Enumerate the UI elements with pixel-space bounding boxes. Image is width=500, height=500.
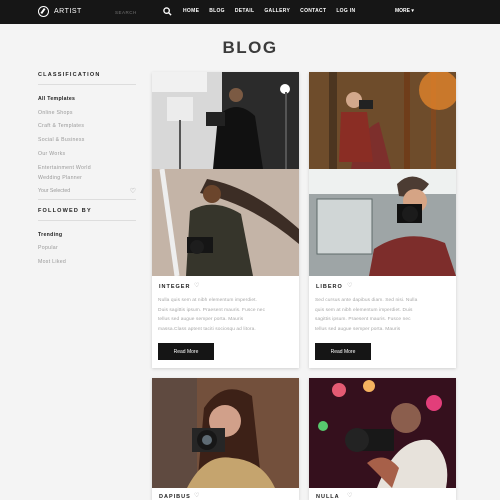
logo-icon bbox=[38, 6, 49, 17]
post-excerpt-line-2: Duis sagittis ipsum. Praesent mauris. Fu… bbox=[158, 307, 266, 313]
search-icon[interactable] bbox=[163, 7, 172, 16]
sidebar-item-our-works[interactable]: Our Works bbox=[38, 148, 136, 162]
post-excerpt-line-2: quis sem at nibh elementum imperdiet. Du… bbox=[315, 307, 413, 313]
sidebar-item-most-liked[interactable]: Most Liked bbox=[38, 256, 136, 270]
blog-card-integer: INTEGER ♡ Nulla quis sem at nibh element… bbox=[152, 72, 299, 368]
blog-card-nulla: NULLA ♡ bbox=[309, 378, 456, 500]
more-menu[interactable]: MORE ▾ bbox=[395, 8, 414, 14]
page-title: BLOG bbox=[222, 38, 278, 57]
top-navigation-bar: ARTIST HOME BLOG DETAIL GALLERY CONTACT … bbox=[0, 0, 500, 24]
post-excerpt-line-1: Sed cursus ante dapibus diam. Sed nisi. … bbox=[315, 298, 418, 303]
post-excerpt-line-4: tellus sed augue semper porta. Mauris bbox=[315, 327, 401, 333]
post-title[interactable]: LIBERO bbox=[316, 284, 343, 290]
blog-card-dapibus: DAPIBUS ♡ bbox=[152, 378, 299, 500]
your-selected[interactable]: Your Selected ♡ bbox=[38, 187, 136, 200]
post-title[interactable]: NULLA bbox=[316, 494, 340, 500]
sidebar-item-online-shops[interactable]: Online Shops bbox=[38, 107, 136, 121]
photographer-studio-photo[interactable] bbox=[152, 72, 299, 169]
nav-login[interactable]: LOG IN bbox=[336, 8, 355, 14]
hat-photographer-photo[interactable] bbox=[309, 169, 456, 276]
blog-card-libero: LIBERO ♡ Sed cursus ante dapibus diam. S… bbox=[309, 72, 456, 368]
nav-detail[interactable]: DETAIL bbox=[235, 8, 254, 14]
heart-icon[interactable]: ♡ bbox=[194, 282, 199, 289]
post-excerpt-line-3: sagittis ipsum. Praesent mauris. Fusce n… bbox=[315, 317, 411, 323]
sidebar-item-all-templates[interactable]: All Templates bbox=[38, 93, 136, 107]
nav-contact[interactable]: CONTACT bbox=[300, 8, 326, 14]
post-title[interactable]: DAPIBUS bbox=[159, 494, 191, 500]
logo-text: ARTIST bbox=[54, 8, 82, 15]
sidebar-item-craft-templates[interactable]: Craft & Templates bbox=[38, 120, 136, 134]
search-input[interactable] bbox=[115, 7, 160, 17]
sidebar-item-popular[interactable]: Popular bbox=[38, 242, 136, 256]
nav-gallery[interactable]: GALLERY bbox=[264, 8, 290, 14]
post-excerpt: Sed cursus ante dapibus diam. Sed nisi. … bbox=[315, 296, 453, 335]
post-title[interactable]: INTEGER bbox=[159, 284, 190, 290]
heart-icon[interactable]: ♡ bbox=[130, 187, 136, 195]
logo[interactable]: ARTIST bbox=[38, 6, 82, 17]
read-more-button[interactable]: Read More bbox=[158, 343, 214, 360]
read-more-button[interactable]: Read More bbox=[315, 343, 371, 360]
sidebar-item-entertainment-world[interactable]: Entertainment World bbox=[38, 164, 136, 173]
post-excerpt-line-4: massa.Class aptent taciti sociosqu ad li… bbox=[158, 327, 256, 333]
heart-icon[interactable]: ♡ bbox=[347, 492, 352, 499]
sidebar: CLASSIFICATION All Templates Online Shop… bbox=[38, 72, 136, 270]
post-excerpt: Nulla quis sem at nibh elementum imperdi… bbox=[158, 296, 296, 335]
sidebar-item-trending[interactable]: Trending bbox=[38, 229, 136, 243]
heart-icon[interactable]: ♡ bbox=[347, 282, 352, 289]
main-navigation: HOME BLOG DETAIL GALLERY CONTACT LOG IN bbox=[183, 8, 355, 14]
sidebar-item-social-business[interactable]: Social & Business bbox=[38, 134, 136, 148]
post-excerpt-line-3: tellus sed augue semper porta. Mauris bbox=[158, 317, 244, 323]
classification-heading: CLASSIFICATION bbox=[38, 72, 136, 85]
bokeh-photographer-photo[interactable] bbox=[309, 378, 456, 488]
woman-camera-photo[interactable] bbox=[152, 378, 299, 488]
nav-home[interactable]: HOME bbox=[183, 8, 199, 14]
heart-icon[interactable]: ♡ bbox=[194, 492, 199, 499]
your-selected-label: Your Selected bbox=[38, 187, 71, 194]
nav-blog[interactable]: BLOG bbox=[209, 8, 225, 14]
photographer-tree-photo[interactable] bbox=[152, 169, 299, 276]
forest-photographer-photo[interactable] bbox=[309, 72, 456, 169]
post-excerpt-line-1: Nulla quis sem at nibh elementum imperdi… bbox=[158, 298, 257, 303]
sidebar-item-wedding-planner[interactable]: Wedding Planner bbox=[38, 173, 136, 183]
followed-by-heading: FOLLOWED BY bbox=[38, 208, 136, 221]
